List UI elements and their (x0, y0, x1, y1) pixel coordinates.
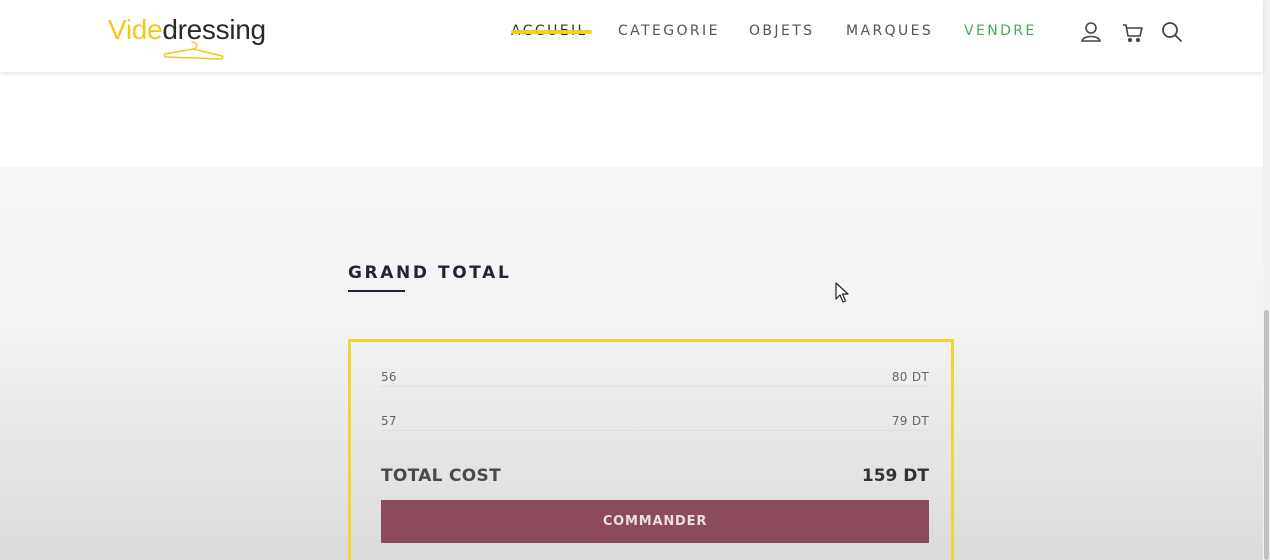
search-icon[interactable] (1160, 20, 1184, 44)
hanger-icon (163, 41, 224, 60)
nav-objets[interactable]: OBJETS (749, 22, 814, 40)
total-cost-row: TOTAL COST 159 DT (381, 466, 929, 490)
order-line-label: 57 (381, 414, 397, 428)
page-scrollbar[interactable] (1263, 0, 1270, 560)
cart-icon[interactable] (1121, 20, 1145, 44)
title-underline (348, 290, 405, 292)
grand-total-title: GRAND TOTAL (348, 263, 512, 283)
order-line: 57 79 DT (381, 386, 929, 431)
commander-button[interactable]: COMMANDER (381, 500, 929, 543)
logo-text-vide: Vide (108, 14, 163, 45)
nav-marques[interactable]: MARQUES (846, 22, 933, 40)
nav-accueil[interactable]: ACCUEIL (511, 22, 592, 40)
order-line-price: 79 DT (891, 414, 929, 428)
user-icon[interactable] (1079, 20, 1103, 44)
scrollbar-thumb[interactable] (1264, 310, 1269, 560)
page: Videdressing ACCUEIL CATEGORIE OBJETS MA… (0, 0, 1270, 560)
order-line-price: 80 DT (891, 370, 929, 384)
site-header: Videdressing ACCUEIL CATEGORIE OBJETS MA… (0, 0, 1263, 72)
nav-vendre[interactable]: VENDRE (964, 22, 1037, 40)
order-line-label: 56 (381, 370, 397, 384)
order-summary-box: 56 80 DT 57 79 DT TOTAL COST 159 DT COMM… (348, 339, 954, 560)
order-line: 56 80 DT (381, 342, 929, 387)
mouse-cursor-icon (835, 282, 849, 303)
total-cost-value: 159 DT (861, 466, 929, 486)
total-cost-label: TOTAL COST (381, 466, 501, 486)
nav-categorie[interactable]: CATEGORIE (618, 22, 720, 40)
